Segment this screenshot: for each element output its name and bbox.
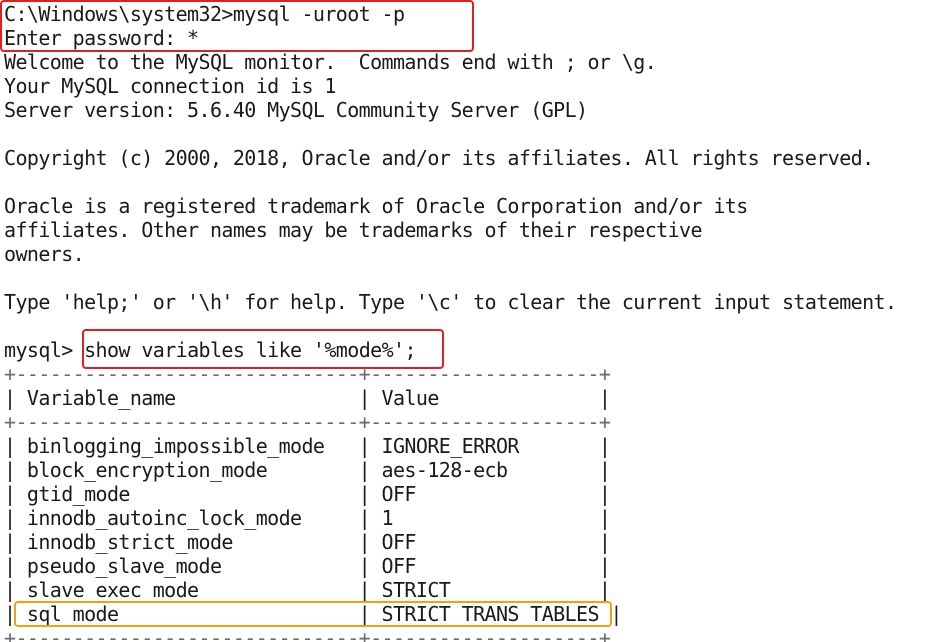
help-line: Type 'help;' or '\h' for help. Type '\c'…	[4, 290, 897, 314]
table-row: | block_encryption_mode | aes-128-ecb |	[4, 458, 611, 482]
table-separator-header: +------------------------------+--------…	[4, 410, 611, 434]
server-version-line: Server version: 5.6.40 MySQL Community S…	[4, 98, 588, 122]
table-row: | innodb_autoinc_lock_mode | 1 |	[4, 506, 611, 530]
table-row: | binlogging_impossible_mode | IGNORE_ER…	[4, 434, 611, 458]
table-row: | innodb_strict_mode | OFF |	[4, 530, 611, 554]
trademark-line-1: Oracle is a registered trademark of Orac…	[4, 194, 748, 218]
table-separator-top: +------------------------------+--------…	[4, 362, 611, 386]
connection-id-line: Your MySQL connection id is 1	[4, 74, 336, 98]
password-line: Enter password: *	[4, 26, 199, 50]
trademark-line-3: owners.	[4, 242, 85, 266]
table-row: | slave_exec_mode | STRICT |	[4, 578, 611, 602]
trademark-line-2: affiliates. Other names may be trademark…	[4, 218, 703, 242]
mysql-prompt: mysql>	[4, 338, 73, 362]
table-header: | Variable_name | Value |	[4, 386, 611, 410]
command-line: C:\Windows\system32>mysql -uroot -p	[4, 2, 405, 26]
copyright-line: Copyright (c) 2000, 2018, Oracle and/or …	[4, 146, 874, 170]
table-row: | pseudo_slave_mode | OFF |	[4, 554, 611, 578]
welcome-line: Welcome to the MySQL monitor. Commands e…	[4, 50, 657, 74]
query-line[interactable]: mysql> show variables like '%mode%';	[4, 338, 943, 362]
query-input[interactable]: show variables like '%mode%';	[84, 338, 416, 362]
table-row: | gtid_mode | OFF |	[4, 482, 611, 506]
table-separator-bottom: +------------------------------+--------…	[4, 626, 611, 642]
terminal-output: C:\Windows\system32>mysql -uroot -p Ente…	[4, 2, 943, 642]
table-row-sql-mode: | sql_mode | STRICT_TRANS_TABLES |	[4, 602, 622, 626]
